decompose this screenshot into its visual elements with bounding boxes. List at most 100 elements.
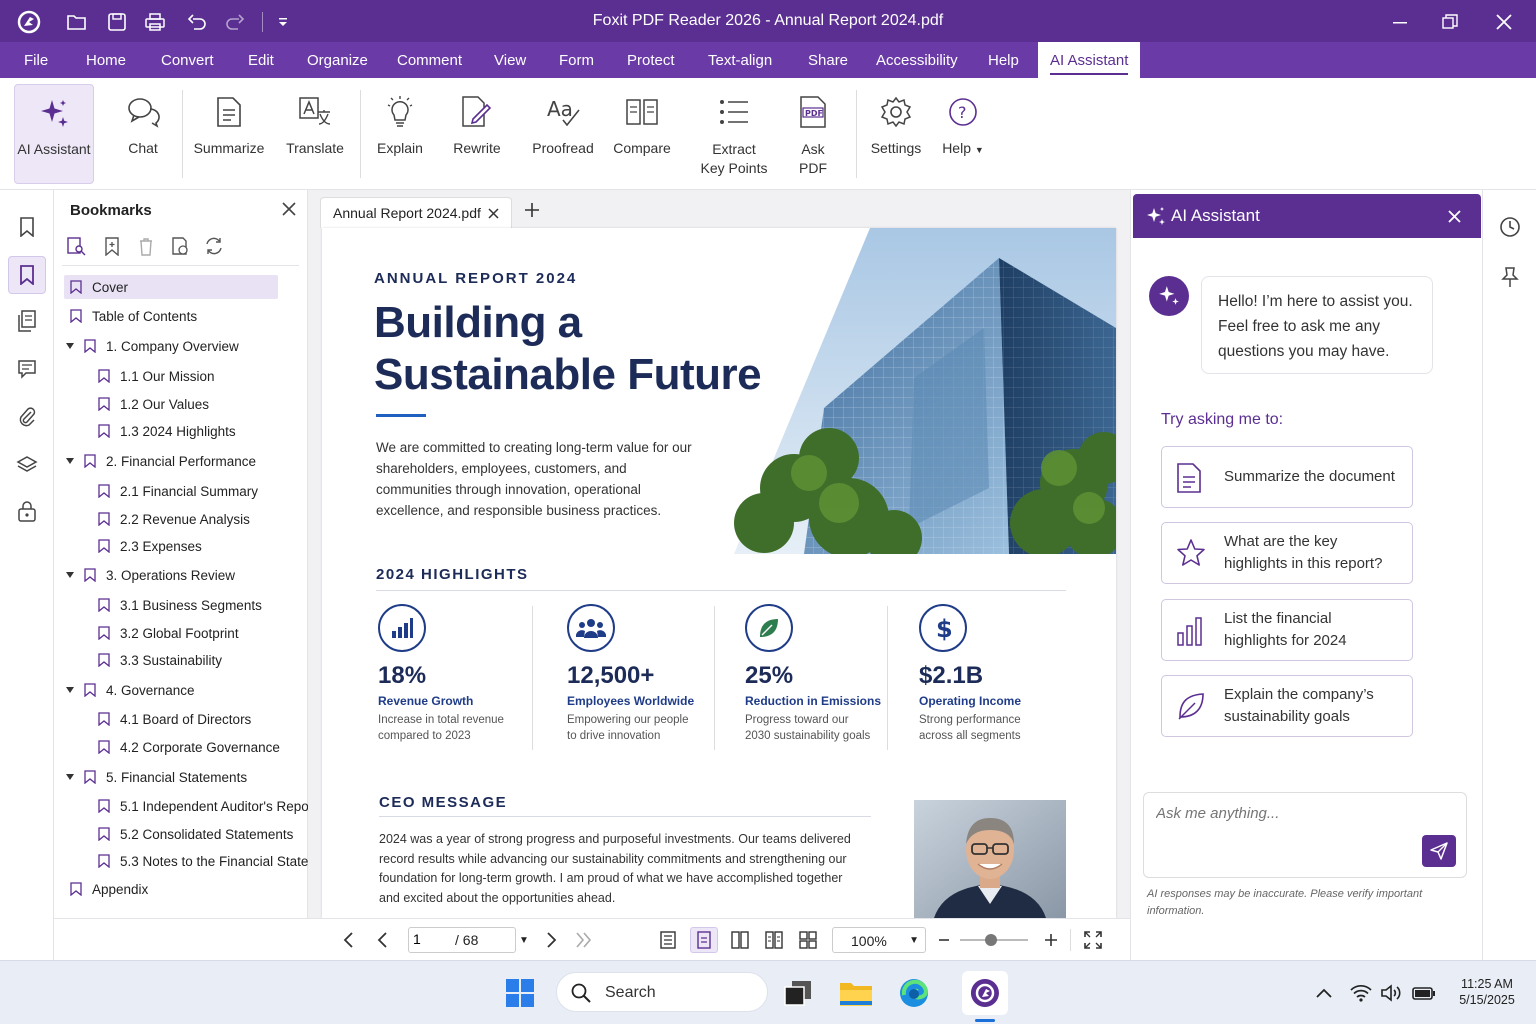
single-page-view-icon[interactable] [654,927,682,953]
close-bookmarks-icon[interactable] [282,202,296,216]
bookmark-item[interactable]: 3. Operations Review [66,563,235,587]
bookmark-item[interactable]: 3.1 Business Segments [94,593,262,617]
zoom-out-icon[interactable] [934,927,954,953]
suggestion-financial-highlights[interactable]: List the financial highlights for 2024 [1161,599,1413,661]
show-hidden-icons-icon[interactable] [1306,973,1342,1013]
file-explorer-icon[interactable] [836,973,876,1013]
settings-button[interactable]: Settings [864,84,928,184]
suggestion-key-highlights[interactable]: What are the key highlights in this repo… [1161,522,1413,584]
previous-page-icon[interactable] [370,927,394,953]
pages-icon[interactable] [8,302,46,340]
fullscreen-icon[interactable] [1080,927,1106,953]
bookmark-item[interactable]: Table of Contents [66,304,197,328]
ask-input[interactable] [1156,805,1416,822]
thumbnail-view-icon[interactable] [794,927,822,953]
bookmarks-panel-icon[interactable] [8,256,46,294]
summarize-button[interactable]: Summarize [190,84,268,184]
close-tab-icon[interactable] [488,208,499,219]
send-button[interactable] [1422,835,1456,867]
bookmark-item[interactable]: 2.1 Financial Summary [94,479,258,503]
zoom-select[interactable]: 100% ▼ [832,927,926,953]
bookmark-item[interactable]: 1.2 Our Values [94,392,209,416]
system-clock[interactable]: 11:25 AM 5/15/2025 [1452,976,1522,1008]
menu-protect[interactable]: Protect [627,42,675,78]
page-number-input[interactable] [413,931,443,947]
menu-home[interactable]: Home [86,42,126,78]
delete-bookmark-icon[interactable] [136,236,158,258]
menu-file[interactable]: File [24,42,48,78]
proofread-button[interactable]: Aa Proofread [528,84,598,184]
expand-arrow-icon[interactable] [66,686,74,694]
layers-icon[interactable] [8,446,46,484]
menu-organize[interactable]: Organize [307,42,368,78]
expand-collapse-icon[interactable] [204,236,226,258]
suggestion-summarize[interactable]: Summarize the document [1161,446,1413,508]
bookmark-item[interactable]: 5. Financial Statements [66,765,247,789]
edge-browser-icon[interactable] [894,973,934,1013]
bookmark-outline-icon[interactable] [8,208,46,246]
expand-arrow-icon[interactable] [66,457,74,465]
bookmark-item[interactable]: 2.3 Expenses [94,534,202,558]
help-button[interactable]: ? Help ▼ [938,84,988,184]
compare-button[interactable]: Compare [608,84,676,184]
expand-arrow-icon[interactable] [66,342,74,350]
zoom-in-icon[interactable] [1040,927,1062,953]
bookmark-item[interactable]: 1.1 Our Mission [94,364,215,388]
bookmark-item[interactable]: Appendix [66,877,148,901]
menu-share[interactable]: Share [808,42,848,78]
add-bookmark-icon[interactable] [102,236,124,258]
menu-text-align[interactable]: Text-align [708,42,772,78]
bookmark-properties-icon[interactable] [170,236,192,258]
menu-form[interactable]: Form [559,42,594,78]
expand-arrow-icon[interactable] [66,773,74,781]
ai-assistant-button[interactable]: AI Assistant [14,84,94,184]
bookmark-item[interactable]: 4.1 Board of Directors [94,707,251,731]
facing-view-icon[interactable] [726,927,754,953]
taskbar-search[interactable]: Search [556,972,768,1012]
document-tab[interactable]: Annual Report 2024.pdf [320,197,512,228]
bookmark-item[interactable]: 5.2 Consolidated Statements [94,822,293,846]
foxit-taskbar-icon[interactable] [962,971,1008,1015]
bookmark-item[interactable]: Cover [64,275,278,299]
bookmark-item[interactable]: 5.1 Independent Auditor's Report [94,794,317,818]
menu-edit[interactable]: Edit [248,42,274,78]
next-page-icon[interactable] [540,927,564,953]
translate-button[interactable]: Translate [280,84,350,184]
menu-convert[interactable]: Convert [161,42,214,78]
wifi-icon[interactable] [1344,973,1378,1013]
bookmark-item[interactable]: 4.2 Corporate Governance [94,735,280,759]
page-dropdown-icon[interactable]: ▼ [516,927,532,953]
first-page-icon[interactable] [336,927,360,953]
battery-icon[interactable] [1406,973,1442,1013]
extract-key-points-button[interactable]: Extract Key Points [696,84,772,184]
minimize-icon[interactable] [1382,8,1418,36]
close-icon[interactable] [1486,8,1522,36]
bookmark-item[interactable]: 2. Financial Performance [66,449,256,473]
explain-button[interactable]: Explain [368,84,432,184]
rewrite-button[interactable]: Rewrite [444,84,510,184]
suggestion-sustainability[interactable]: Explain the company’s sustainability goa… [1161,675,1413,737]
ask-pdf-button[interactable]: PDF Ask PDF [784,84,842,184]
task-view-icon[interactable] [778,973,818,1013]
history-clock-icon[interactable] [1499,216,1521,238]
windows-start-icon[interactable] [500,973,540,1013]
menu-ai-assistant[interactable]: AI Assistant [1038,42,1141,78]
volume-icon[interactable] [1374,973,1408,1013]
attachments-icon[interactable] [8,398,46,436]
bookmark-item[interactable]: 3.3 Sustainability [94,648,222,672]
chat-button[interactable]: Chat [110,84,176,184]
bookmark-item[interactable]: 2.2 Revenue Analysis [94,507,250,531]
menu-comment[interactable]: Comment [397,42,462,78]
bookmark-item[interactable]: 4. Governance [66,678,195,702]
zoom-slider[interactable] [960,934,1028,946]
zoom-slider-thumb[interactable] [984,934,997,946]
new-tab-icon[interactable] [524,202,540,218]
close-ai-panel-icon[interactable] [1448,210,1461,223]
continuous-facing-icon[interactable] [760,927,788,953]
comments-icon[interactable] [8,350,46,388]
bookmark-item[interactable]: 1.3 2024 Highlights [94,419,236,443]
restore-icon[interactable] [1432,8,1468,36]
menu-view[interactable]: View [494,42,526,78]
menu-accessibility[interactable]: Accessibility [876,42,958,78]
bookmark-item[interactable]: 3.2 Global Footprint [94,621,239,645]
